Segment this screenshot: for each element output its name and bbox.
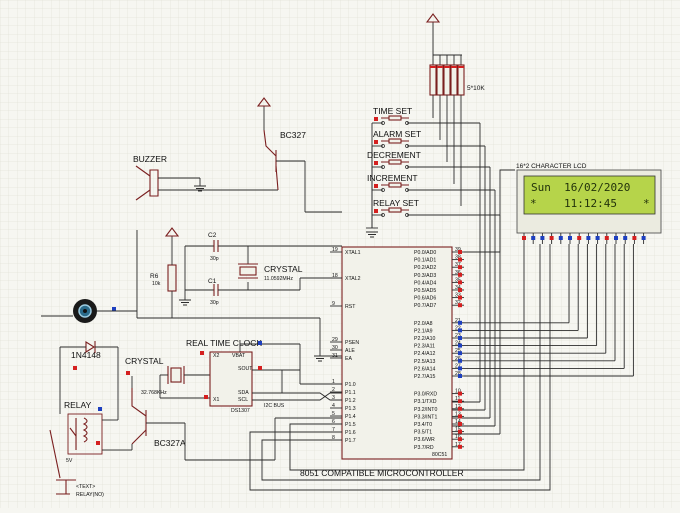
resistor-2 xyxy=(436,64,444,96)
mcu-pin-p13: P1.3 xyxy=(345,406,356,412)
mcu-pin-p32int0: P3.2/INT0 xyxy=(414,407,437,413)
schematic: 5*10K TIME SET ALARM SET DECREMENT INCREMEN… xyxy=(0,0,680,508)
mcu-pin-p02ad2: P0.2/AD2 xyxy=(414,265,436,271)
relay-voltage: 5V xyxy=(66,458,73,464)
button-label: TIME SET xyxy=(373,106,412,116)
mcu-pin-p01ad1: P0.1/AD1 xyxy=(414,258,436,264)
rtc-pin-scl: SCL xyxy=(238,397,248,403)
rtc-pin-vbat: VBAT xyxy=(232,353,246,359)
rtc-chip-name: DS1307 xyxy=(231,408,250,414)
mcu-pin-p10: P1.0 xyxy=(345,382,356,388)
lcd-title: 16*2 CHARACTER LCD xyxy=(516,163,587,170)
mcu-pin-p35t1: P3.5/T1 xyxy=(414,430,432,436)
relay-label: RELAY xyxy=(64,400,92,410)
lcd-display[interactable]: 16*2 CHARACTER LCD Sun 16/02/2020 * 11:1… xyxy=(516,163,662,244)
r6-label: R6 xyxy=(150,273,159,280)
rtc-pin-sout: SOUT xyxy=(238,366,253,372)
resistor-1 xyxy=(429,64,437,96)
c1-label: C1 xyxy=(208,278,217,285)
mcu-pin-p17: P1.7 xyxy=(345,438,356,444)
lcd-line-1: Sun 16/02/2020 xyxy=(531,181,630,194)
rtc-pin-x1: X1 xyxy=(213,397,219,403)
terminal-label: <TEXT> xyxy=(76,484,95,490)
svg-text:30: 30 xyxy=(332,345,338,351)
resistor-5 xyxy=(457,64,465,96)
mcu-pin-ea: EA xyxy=(345,356,352,362)
mcu-pin-p06ad6: P0.6/AD6 xyxy=(414,296,436,302)
mcu-pin-p15: P1.5 xyxy=(345,422,356,428)
button-label: ALARM SET xyxy=(373,129,421,139)
resistor-4 xyxy=(450,64,458,96)
crystal-main-value: 11.0592MHz xyxy=(264,276,293,282)
mcu-pin-p12: P1.2 xyxy=(345,398,356,404)
lcd-line-2: 11:12:45 xyxy=(564,197,617,210)
c2-value: 30p xyxy=(210,256,219,262)
mcu-pin-ale: ALE xyxy=(345,348,355,354)
mcu-pin-p24a12: P2.4/A12 xyxy=(414,351,435,357)
mcu-pin-p04ad4: P0.4/AD4 xyxy=(414,280,436,286)
mcu-pin-p25a13: P2.5/A13 xyxy=(414,359,435,365)
mcu-pin-p27a15: P2.7/A15 xyxy=(414,374,435,380)
svg-text:3: 3 xyxy=(332,395,335,401)
svg-text:5: 5 xyxy=(332,411,335,417)
mcu-pin-rst: RST xyxy=(345,304,356,310)
mcu-pin-p11: P1.1 xyxy=(345,390,356,396)
mcu-title: 8051 COMPATIBLE MICROCONTROLLER xyxy=(300,468,464,478)
crystal-main-label: CRYSTAL xyxy=(264,264,303,274)
c2-label: C2 xyxy=(208,232,217,239)
mcu-pin-p30rxd: P3.0/RXD xyxy=(414,392,437,398)
rtc-pin-x2: X2 xyxy=(213,353,219,359)
svg-text:4: 4 xyxy=(332,403,335,409)
lcd-line-2-left-mark: * xyxy=(530,197,537,210)
mcu-pin-p37rd: P3.7/RD xyxy=(414,445,434,451)
crystal-rtc-value: 32.768KHz xyxy=(141,390,167,396)
mcu-pin-p03ad3: P0.3/AD3 xyxy=(414,273,436,279)
button-label: RELAY SET xyxy=(373,198,419,208)
rtc-title: REAL TIME CLOCK xyxy=(186,338,262,348)
mcu-pin-p07ad7: P0.7/AD7 xyxy=(414,303,436,309)
mcu-pin-p14: P1.4 xyxy=(345,414,356,420)
resistor-r6[interactable] xyxy=(167,264,177,292)
mcu-pin-psen: PSEN xyxy=(345,340,359,346)
mcu-pin-p00ad0: P0.0/AD0 xyxy=(414,250,436,256)
transistor-bc327-label: BC327 xyxy=(280,130,306,140)
mcu-pin-xtal2: XTAL2 xyxy=(345,276,361,282)
svg-text:31: 31 xyxy=(332,353,338,359)
crystal-rtc-label: CRYSTAL xyxy=(125,356,164,366)
i2c-bus-label: I2C BUS xyxy=(264,403,285,409)
mcu-pin-p05ad5: P0.5/AD5 xyxy=(414,288,436,294)
transistor-bc327a-label: BC327A xyxy=(154,438,186,448)
svg-text:2: 2 xyxy=(332,387,335,393)
mcu-pin-p34t0: P3.4/T0 xyxy=(414,422,432,428)
mcu-pin-p31txd: P3.1/TXD xyxy=(414,399,437,405)
mcu-pin-p36wr: P3.6/WR xyxy=(414,437,435,443)
mcu-pin-p26a14: P2.6/A14 xyxy=(414,366,435,372)
svg-text:29: 29 xyxy=(332,337,338,343)
svg-text:18: 18 xyxy=(332,273,338,279)
mcu-pin-p22a10: P2.2/A10 xyxy=(414,336,435,342)
mcu-pin-p23a11: P2.3/A11 xyxy=(414,344,435,350)
c1-value: 30p xyxy=(210,300,219,306)
r6-value: 10k xyxy=(152,281,161,287)
mcu-pin-p21a9: P2.1/A9 xyxy=(414,328,433,334)
lcd-line-2-right-mark: * xyxy=(643,197,650,210)
svg-text:19: 19 xyxy=(332,247,338,253)
mcu-pin-p16: P1.6 xyxy=(345,430,356,436)
mcu-chip-name: 80C51 xyxy=(432,452,447,458)
schematic-canvas: 5*10K TIME SET ALARM SET DECREMENT INCREMEN… xyxy=(0,0,680,508)
mcu-pin-p33int1: P3.3/INT1 xyxy=(414,414,437,420)
mcu-pin-p20a8: P2.0/A8 xyxy=(414,321,433,327)
button-label: DECREMENT xyxy=(367,150,421,160)
mcu-pin-xtal1: XTAL1 xyxy=(345,250,361,256)
terminal-sub: RELAY(NO) xyxy=(76,492,104,498)
resistor-3 xyxy=(443,64,451,96)
svg-text:9: 9 xyxy=(332,301,335,307)
button-label: INCREMENT xyxy=(367,173,418,183)
resistor-pack-label: 5*10K xyxy=(467,85,485,92)
svg-text:1: 1 xyxy=(332,379,335,385)
buzzer-label: BUZZER xyxy=(133,154,167,164)
rtc-pin-sda: SDA xyxy=(238,390,249,396)
